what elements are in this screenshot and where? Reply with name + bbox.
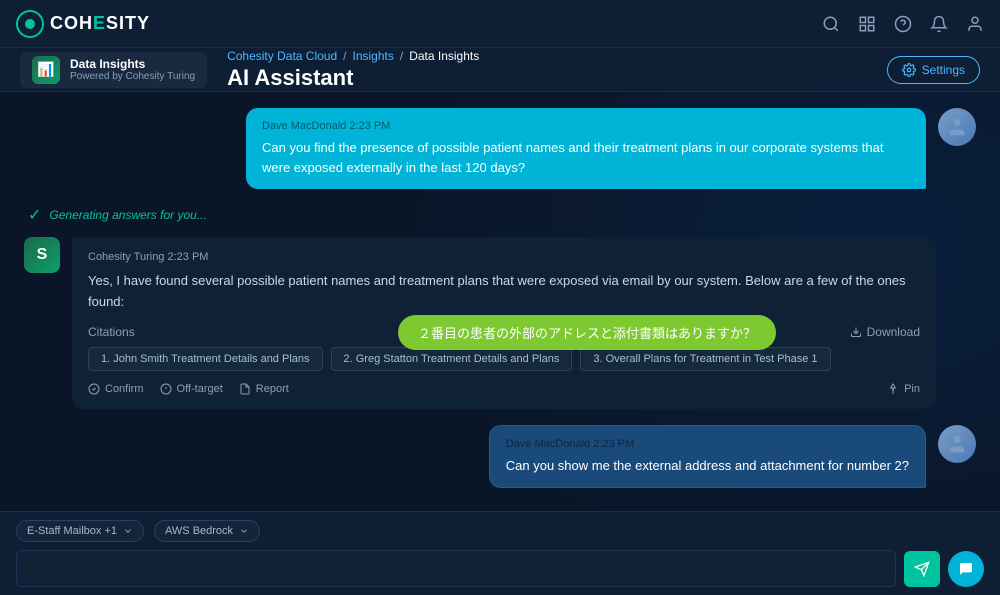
gear-icon [902,63,916,77]
user-bubble-1: Dave MacDonald 2:23 PM Can you find the … [246,108,926,189]
user-message-2: Dave MacDonald 2:23 PM Can you show me t… [104,425,976,489]
pin-button[interactable]: Pin [887,383,920,395]
citation-2[interactable]: 2. Greg Statton Treatment Details and Pl… [331,347,573,371]
ai-text: Yes, I have found several possible patie… [88,271,920,313]
badge-icon: 📊 [32,56,60,84]
annotation-bubble: ２番目の患者の外部のアドレスと添付書類はありますか？ [398,315,776,350]
chat-bubble-button[interactable] [948,551,984,587]
confirm-icon [88,383,100,395]
user-text-1: Can you find the presence of possible pa… [262,138,910,177]
nav-icons [822,15,984,33]
citations-list: 1. John Smith Treatment Details and Plan… [88,347,920,371]
download-label: Download [867,325,920,339]
user-icon[interactable] [966,15,984,33]
user-message-1: Dave MacDonald 2:23 PM Can you find the … [104,108,976,189]
badge-subtitle: Powered by Cohesity Turing [70,71,195,82]
generating-row: ✓ Generating answers for you... [24,205,976,225]
chat-bubble-icon [958,561,974,577]
chat-input[interactable] [16,550,896,587]
user-message-2-container: ２番目の患者の外部のアドレスと添付書類はありますか？ Dave MacDonal… [24,425,976,489]
action-row: Confirm Off-target Report Pin [88,383,920,395]
report-icon [239,383,251,395]
breadcrumb-link-insights[interactable]: Insights [352,49,393,63]
breadcrumb-link-cloud[interactable]: Cohesity Data Cloud [227,49,337,63]
input-row [16,550,984,587]
off-target-label: Off-target [177,383,223,395]
citation-3[interactable]: 3. Overall Plans for Treatment in Test P… [580,347,830,371]
avatar-2 [938,425,976,463]
off-target-icon [160,383,172,395]
off-target-button[interactable]: Off-target [160,383,223,395]
confirm-button[interactable]: Confirm [88,383,144,395]
report-button[interactable]: Report [239,383,289,395]
breadcrumb: Cohesity Data Cloud / Insights / Data In… [227,49,479,63]
download-icon [850,326,862,338]
bell-icon[interactable] [930,15,948,33]
source-select-2[interactable]: AWS Bedrock [154,520,260,542]
search-icon[interactable] [822,15,840,33]
chevron-down-icon-1 [123,526,133,536]
source-label-2: AWS Bedrock [165,525,233,537]
page-title: AI Assistant [227,65,479,91]
logo: COHESITY [16,10,150,38]
user-meta-2: Dave MacDonald 2:23 PM [506,438,909,450]
citation-1[interactable]: 1. John Smith Treatment Details and Plan… [88,347,323,371]
source-label-1: E-Staff Mailbox +1 [27,525,117,537]
ai-meta: Cohesity Turing 2:23 PM [88,251,920,263]
user-meta-1: Dave MacDonald 2:23 PM [262,120,910,132]
breadcrumb-bar: 📊 Data Insights Powered by Cohesity Turi… [0,48,1000,92]
send-button[interactable] [904,551,940,587]
main-content: Dave MacDonald 2:23 PM Can you find the … [0,92,1000,595]
logo-text: COHESITY [50,13,150,34]
confirm-label: Confirm [105,383,144,395]
help-icon[interactable] [894,15,912,33]
settings-button[interactable]: Settings [887,56,980,84]
chevron-down-icon-2 [239,526,249,536]
user-text-2: Can you show me the external address and… [506,456,909,476]
top-navigation: COHESITY [0,0,1000,48]
citations-label: Citations [88,325,135,339]
pin-label: Pin [904,383,920,395]
pin-icon [887,383,899,395]
download-button[interactable]: Download [850,325,920,339]
source-select-1[interactable]: E-Staff Mailbox +1 [16,520,144,542]
ai-avatar: S [24,237,60,273]
bottom-bar: E-Staff Mailbox +1 AWS Bedrock [0,511,1000,595]
send-icon [914,561,930,577]
breadcrumb-sep1: / [343,49,346,63]
source-selectors: E-Staff Mailbox +1 AWS Bedrock [16,520,984,542]
grid-icon[interactable] [858,15,876,33]
breadcrumb-current: Data Insights [409,49,479,63]
avatar-1 [938,108,976,146]
breadcrumb-sep2: / [400,49,403,63]
settings-label: Settings [922,63,965,77]
report-label: Report [256,383,289,395]
generating-text: Generating answers for you... [49,208,206,222]
data-insights-badge: 📊 Data Insights Powered by Cohesity Turi… [20,52,207,88]
user-bubble-2: Dave MacDonald 2:23 PM Can you show me t… [489,425,926,489]
badge-title: Data Insights [70,57,195,71]
check-icon: ✓ [28,205,41,225]
